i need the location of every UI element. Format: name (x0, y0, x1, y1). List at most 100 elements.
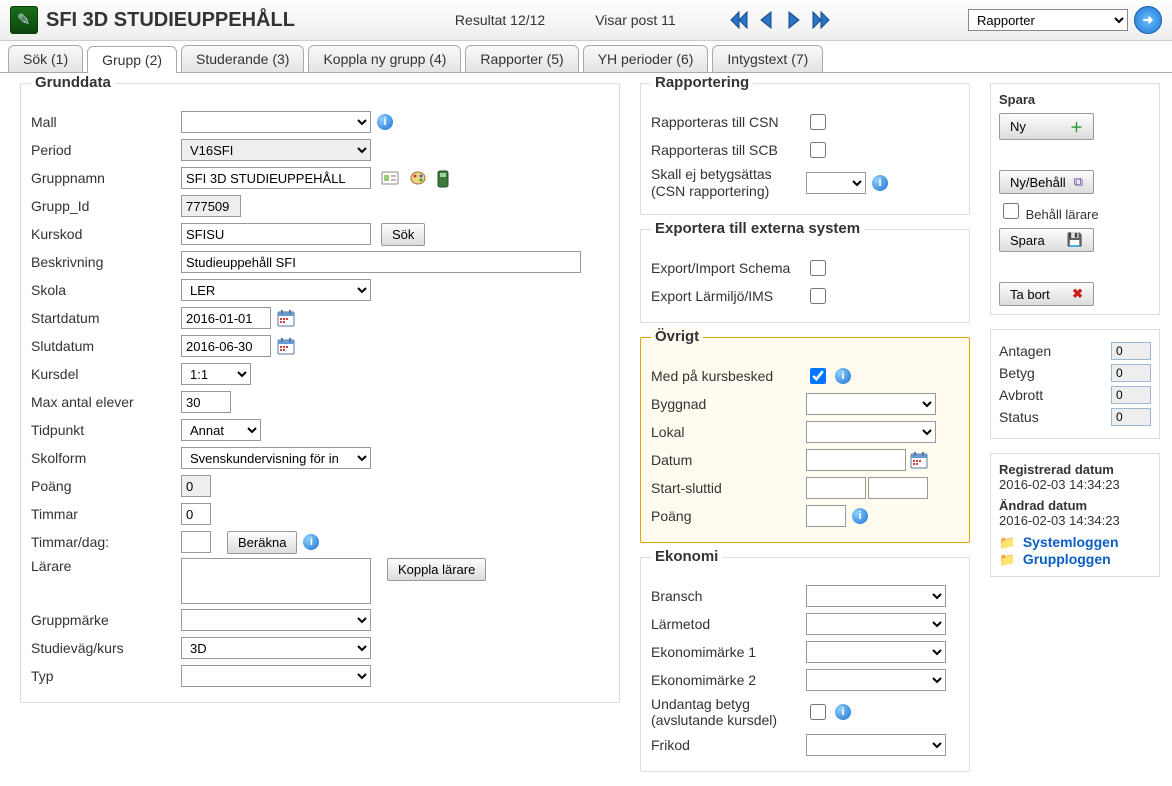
info-icon[interactable]: i (377, 114, 393, 130)
grunddata-legend: Grunddata (31, 74, 115, 91)
larmetod-label: Lärmetod (651, 616, 806, 632)
betyg-label: Betyg (999, 365, 1035, 381)
go-button[interactable]: ➜ (1134, 6, 1162, 34)
beskrivning-input[interactable] (181, 251, 581, 273)
nybehall-button[interactable]: Ny/Behåll ⧉ (999, 170, 1094, 194)
kurskod-input[interactable] (181, 223, 371, 245)
berakna-button[interactable]: Beräkna (227, 531, 297, 554)
gruppmarke-label: Gruppmärke (31, 612, 181, 628)
info-icon[interactable]: i (835, 704, 851, 720)
bransch-label: Bransch (651, 588, 806, 604)
nav-first-icon[interactable] (726, 8, 750, 32)
phone-icon[interactable] (437, 170, 455, 186)
scb-label: Rapporteras till SCB (651, 142, 806, 158)
info-icon[interactable]: i (303, 534, 319, 550)
behall-larare-label: Behåll lärare (1026, 207, 1099, 222)
skall-ej-select[interactable] (806, 172, 866, 194)
byggnad-select[interactable] (806, 393, 936, 415)
avbrott-label: Avbrott (999, 387, 1043, 403)
folder-icon: 📁 (999, 552, 1015, 567)
larmetod-select[interactable] (806, 613, 946, 635)
eko1-select[interactable] (806, 641, 946, 663)
behall-larare-checkbox[interactable] (1003, 203, 1019, 219)
app-logo-icon (10, 6, 38, 34)
schema-checkbox[interactable] (810, 260, 826, 276)
larare-textarea[interactable] (181, 558, 371, 604)
undantag-checkbox[interactable] (810, 704, 826, 720)
slutdatum-input[interactable] (181, 335, 271, 357)
post-indicator: Visar post 11 (595, 12, 675, 28)
tab-intygstext[interactable]: Intygstext (7) (712, 45, 823, 72)
tab-rapporter[interactable]: Rapporter (5) (465, 45, 578, 72)
skolform-select[interactable]: Svenskundervisning för in (181, 447, 371, 469)
info-icon[interactable]: i (872, 175, 888, 191)
frikod-select[interactable] (806, 734, 946, 756)
skolform-label: Skolform (31, 450, 181, 466)
kurskod-sok-button[interactable]: Sök (381, 223, 425, 246)
eko1-label: Ekonomimärke 1 (651, 644, 806, 660)
tab-sok[interactable]: Sök (1) (8, 45, 83, 72)
tabort-button[interactable]: Ta bort ✖ (999, 282, 1094, 306)
report-select[interactable]: Rapporter (968, 9, 1128, 31)
timmar-label: Timmar (31, 506, 181, 522)
ny-button[interactable]: Ny ＋ (999, 113, 1094, 140)
csn-label: Rapporteras till CSN (651, 114, 806, 130)
typ-select[interactable] (181, 665, 371, 687)
skola-select[interactable]: LER (181, 279, 371, 301)
ovrigt-poang-input[interactable] (806, 505, 846, 527)
skall-ej-label: Skall ej betygsättas (CSN rapportering) (651, 166, 806, 200)
gruppmarke-select[interactable] (181, 609, 371, 631)
ovrigt-datum-input[interactable] (806, 449, 906, 471)
larmiljo-checkbox[interactable] (810, 288, 826, 304)
nav-last-icon[interactable] (810, 8, 834, 32)
timmarperdag-input[interactable] (181, 531, 211, 553)
tab-grupp[interactable]: Grupp (2) (87, 46, 177, 73)
nav-next-icon[interactable] (782, 8, 806, 32)
status-value (1111, 408, 1151, 426)
registrerad-value: 2016-02-03 14:34:23 (999, 477, 1151, 492)
studievag-select[interactable]: 3D (181, 637, 371, 659)
spara-legend: Spara (999, 92, 1151, 107)
kursbesked-label: Med på kursbesked (651, 368, 806, 384)
csn-checkbox[interactable] (810, 114, 826, 130)
koppla-larare-button[interactable]: Koppla lärare (387, 558, 486, 581)
ekonomi-legend: Ekonomi (651, 548, 722, 565)
gruppid-label: Grupp_Id (31, 198, 181, 214)
tidpunkt-select[interactable]: Annat (181, 419, 261, 441)
bransch-select[interactable] (806, 585, 946, 607)
systemloggen-link[interactable]: Systemloggen (1023, 534, 1119, 550)
exportera-legend: Exportera till externa system (651, 220, 864, 237)
timmar-input[interactable] (181, 503, 211, 525)
starttid-input[interactable] (806, 477, 866, 499)
nav-prev-icon[interactable] (754, 8, 778, 32)
grupploggen-link[interactable]: Grupploggen (1023, 551, 1111, 567)
calendar-icon[interactable] (910, 451, 928, 469)
nybehall-button-label: Ny/Behåll (1010, 175, 1066, 190)
card-icon[interactable] (381, 170, 399, 186)
startdatum-input[interactable] (181, 307, 271, 329)
mall-select[interactable] (181, 111, 371, 133)
eko2-select[interactable] (806, 669, 946, 691)
lokal-select[interactable] (806, 421, 936, 443)
maxelever-input[interactable] (181, 391, 231, 413)
palette-icon[interactable] (409, 170, 427, 186)
gruppnamn-input[interactable] (181, 167, 371, 189)
tab-studerande[interactable]: Studerande (3) (181, 45, 304, 72)
exportera-fieldset: Exportera till externa system Export/Imp… (640, 229, 970, 323)
calendar-icon[interactable] (277, 309, 295, 327)
scb-checkbox[interactable] (810, 142, 826, 158)
info-icon[interactable]: i (852, 508, 868, 524)
info-icon[interactable]: i (835, 368, 851, 384)
spara-button[interactable]: Spara 💾 (999, 228, 1094, 252)
sluttid-input[interactable] (868, 477, 928, 499)
calendar-icon[interactable] (277, 337, 295, 355)
tab-koppla-ny-grupp[interactable]: Koppla ny grupp (4) (308, 45, 461, 72)
period-select[interactable]: V16SFI (181, 139, 371, 161)
tab-yh-perioder[interactable]: YH perioder (6) (583, 45, 709, 72)
kursdel-select[interactable]: 1:1 (181, 363, 251, 385)
kurskod-label: Kurskod (31, 226, 181, 242)
period-label: Period (31, 142, 181, 158)
page-title: SFI 3D STUDIEUPPEHÅLL (46, 9, 295, 32)
kursbesked-checkbox[interactable] (810, 368, 826, 384)
ovrigt-datum-label: Datum (651, 452, 806, 468)
